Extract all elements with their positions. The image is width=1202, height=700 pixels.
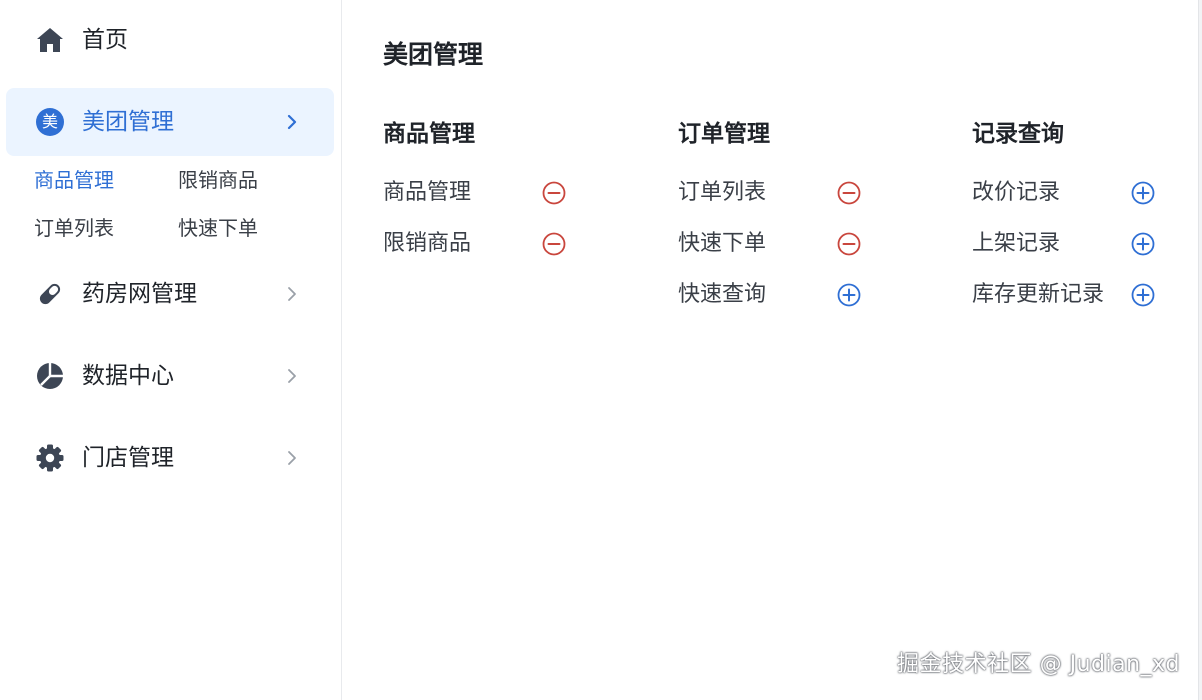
sidebar-item-data-center[interactable]: 数据中心 (6, 342, 334, 410)
gear-icon (36, 444, 64, 472)
sidebar-item-label: 美团管理 (82, 109, 174, 135)
chevron-right-icon (282, 284, 302, 304)
list-item: 快速下单 (678, 228, 878, 262)
remove-circle-icon[interactable] (542, 181, 566, 205)
add-circle-icon[interactable] (837, 283, 861, 307)
remove-circle-icon[interactable] (837, 181, 861, 205)
item-label: 快速查询 (678, 282, 767, 307)
app-window: 首页 美 美团管理 商品管理 限销商品 订单列表 快速下单 药房网管理 数据中心… (0, 0, 1202, 700)
list-item: 上架记录 (972, 228, 1172, 262)
list-item: 快速查询 (678, 279, 878, 313)
pie-chart-icon (36, 362, 64, 390)
subnav-item-product-management[interactable]: 商品管理 (34, 166, 114, 194)
chevron-right-icon (282, 366, 302, 386)
list-item: 限销商品 (383, 228, 583, 262)
sidebar-item-pharmacy[interactable]: 药房网管理 (6, 260, 334, 328)
sidebar-item-label: 药房网管理 (82, 281, 197, 307)
main-panel: 美团管理 商品管理 商品管理 限销商品 订单管理 订单列表 快速下单 快速查询 … (342, 0, 1198, 700)
subnav-item-limited-products[interactable]: 限销商品 (178, 166, 258, 194)
list-item: 库存更新记录 (972, 279, 1172, 313)
chevron-right-icon (282, 448, 302, 468)
watermark: 掘金技术社区 @ Judian_xd (897, 652, 1180, 677)
subnav-item-order-list[interactable]: 订单列表 (34, 214, 114, 242)
sidebar-item-store-management[interactable]: 门店管理 (6, 424, 334, 492)
meituan-badge-icon: 美 (36, 108, 64, 136)
item-label: 改价记录 (972, 180, 1061, 205)
add-circle-icon[interactable] (1131, 181, 1155, 205)
subnav-item-quick-order[interactable]: 快速下单 (178, 214, 258, 242)
sidebar-item-label: 数据中心 (82, 363, 174, 389)
item-label: 订单列表 (678, 180, 767, 205)
sidebar-item-label: 门店管理 (82, 445, 174, 471)
remove-circle-icon[interactable] (542, 232, 566, 256)
group-title: 商品管理 (383, 121, 475, 147)
sidebar-item-home[interactable]: 首页 (6, 6, 334, 76)
chevron-right-icon (282, 112, 302, 132)
sidebar-item-label: 首页 (82, 27, 128, 53)
pill-icon (36, 280, 64, 308)
item-label: 上架记录 (972, 231, 1061, 256)
group-title: 订单管理 (678, 121, 770, 147)
adjacent-panel-edge (1198, 0, 1202, 700)
item-label: 商品管理 (383, 180, 472, 205)
item-label: 库存更新记录 (972, 282, 1105, 307)
item-label: 快速下单 (678, 231, 767, 256)
sidebar-item-meituan[interactable]: 美 美团管理 (6, 88, 334, 156)
page-title: 美团管理 (383, 40, 484, 69)
add-circle-icon[interactable] (1131, 283, 1155, 307)
remove-circle-icon[interactable] (837, 232, 861, 256)
list-item: 商品管理 (383, 177, 583, 211)
item-label: 限销商品 (383, 231, 472, 256)
group-title: 记录查询 (972, 121, 1064, 147)
home-icon (36, 26, 64, 54)
list-item: 订单列表 (678, 177, 878, 211)
list-item: 改价记录 (972, 177, 1172, 211)
add-circle-icon[interactable] (1131, 232, 1155, 256)
meituan-badge: 美 (36, 108, 64, 136)
sidebar: 首页 美 美团管理 商品管理 限销商品 订单列表 快速下单 药房网管理 数据中心… (0, 0, 342, 700)
